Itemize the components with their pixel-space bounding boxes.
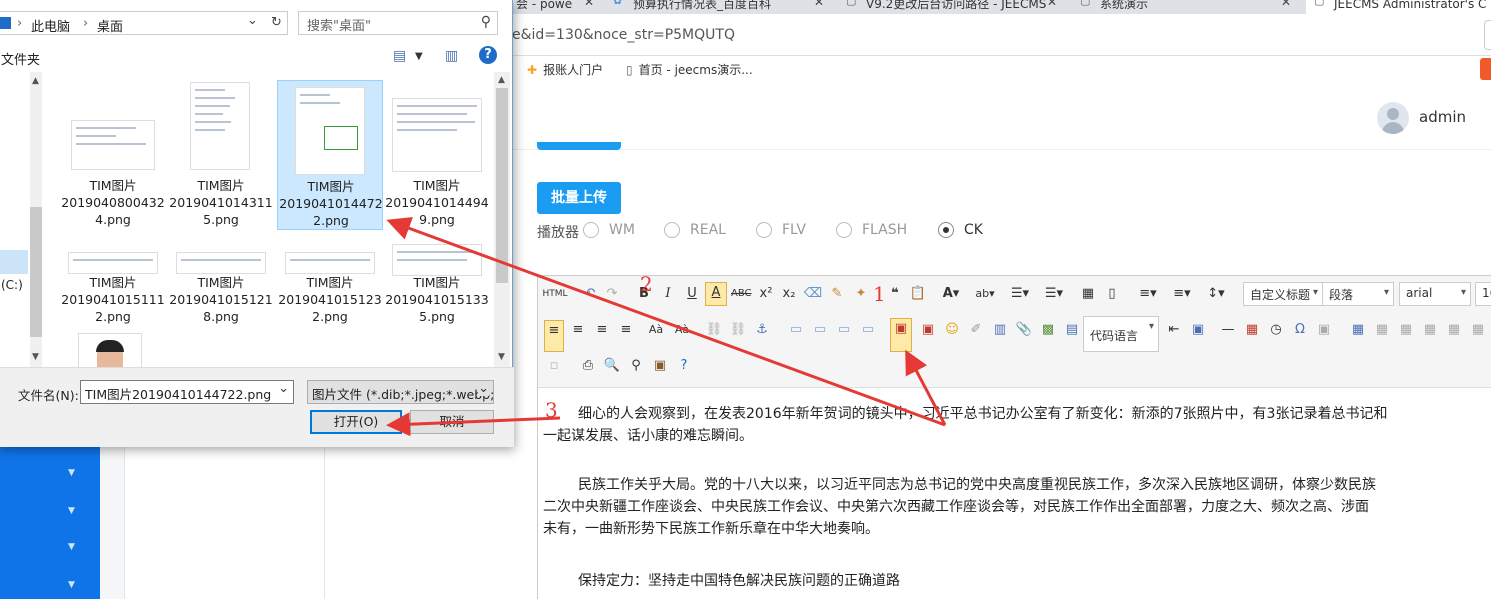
screen: 会 - powe ✕ ✿ 预算执行情况表_百度百科 ✕ ▢ V9.2更改后台访问…	[0, 0, 1491, 599]
arrow-to-open-button	[386, 412, 561, 437]
arrow-to-selected-file	[386, 216, 946, 427]
annotation-arrows	[386, 216, 947, 437]
